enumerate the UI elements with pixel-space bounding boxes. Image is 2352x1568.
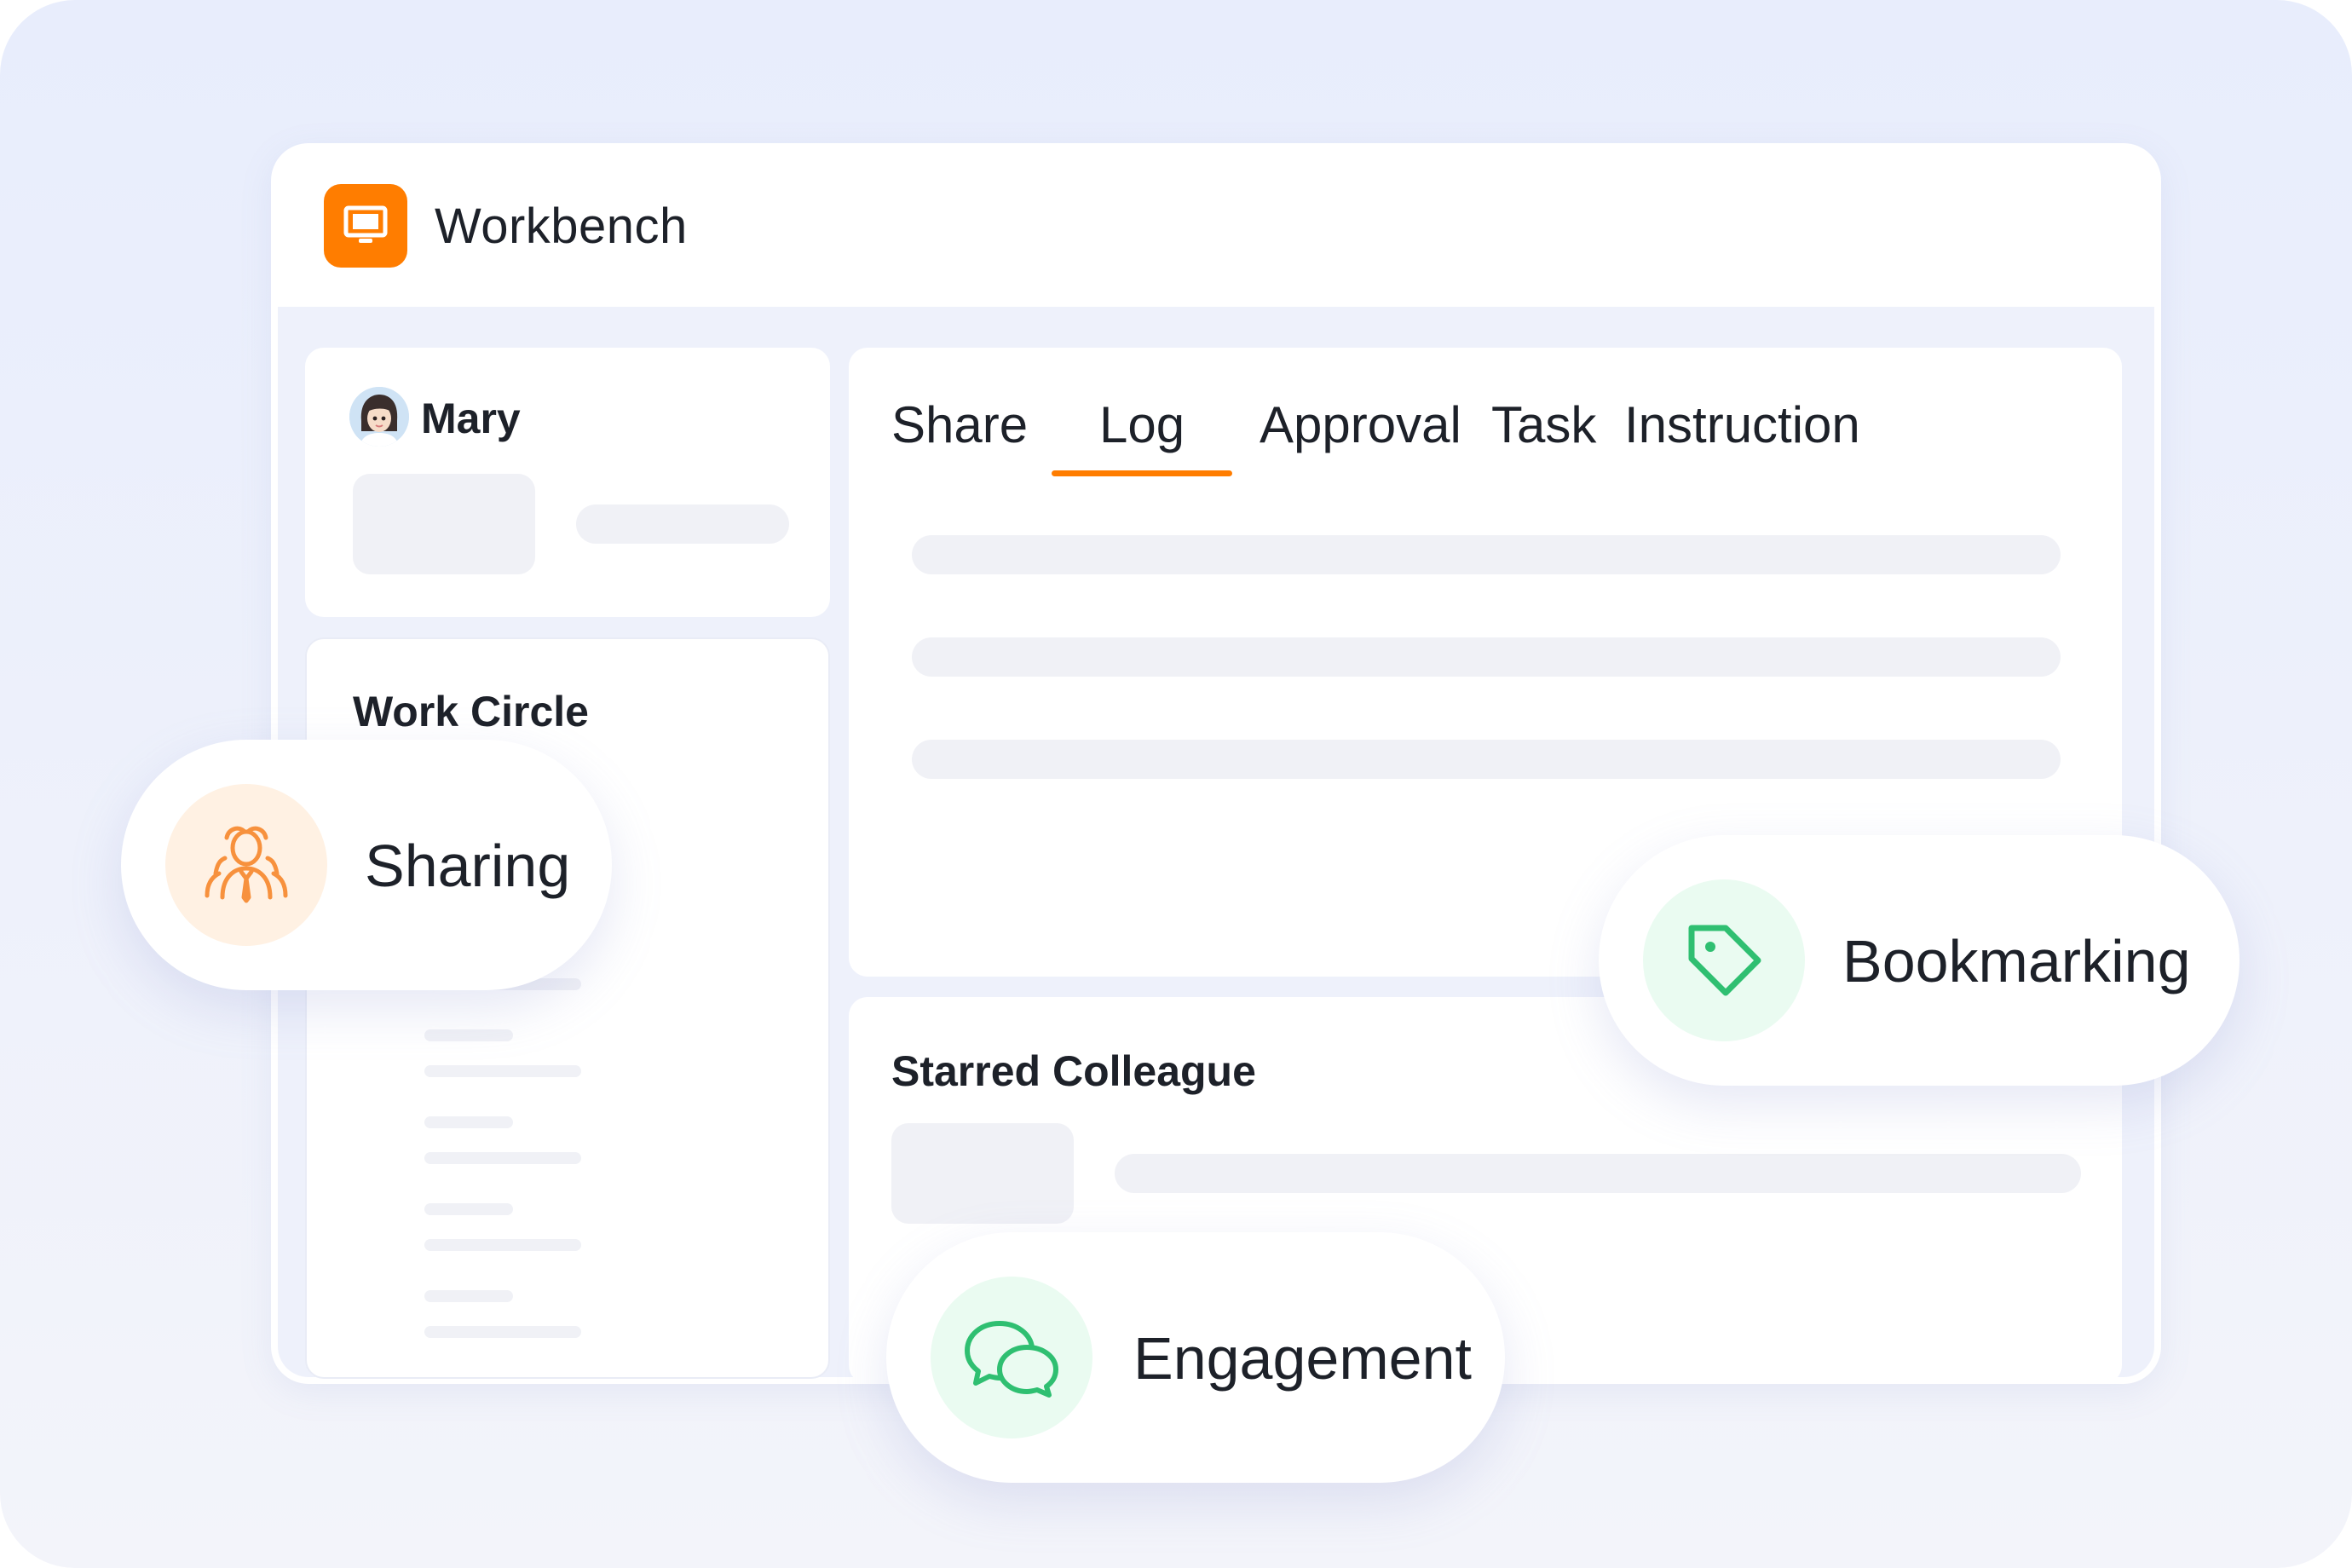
colleague-image-placeholder <box>891 1123 1074 1224</box>
content-line-placeholder <box>912 637 2061 677</box>
content-line-placeholder <box>912 535 2061 574</box>
profile-image-placeholder <box>353 474 535 574</box>
title-bar: Workbench <box>271 143 2161 307</box>
tab-approval[interactable]: Approval <box>1260 395 1461 454</box>
list-item-placeholder <box>424 1326 581 1338</box>
tab-log[interactable]: Log <box>1099 395 1185 454</box>
work-circle-title: Work Circle <box>353 688 589 735</box>
bookmarking-feature-pill[interactable]: Bookmarking <box>1599 835 2240 1086</box>
active-tab-indicator <box>1052 470 1232 476</box>
colleague-text-placeholder <box>1115 1154 2081 1193</box>
avatar[interactable] <box>349 387 409 447</box>
chat-bubbles-icon <box>931 1277 1092 1438</box>
engagement-feature-pill[interactable]: Engagement <box>886 1232 1505 1483</box>
list-item-placeholder <box>424 1239 581 1251</box>
list-item-placeholder <box>424 1065 581 1077</box>
list-item-placeholder <box>424 1116 513 1128</box>
list-item-placeholder <box>424 1290 513 1302</box>
sharing-label: Sharing <box>365 833 571 899</box>
monitor-icon <box>324 184 407 268</box>
bookmarking-label: Bookmarking <box>1842 928 2191 994</box>
content-line-placeholder <box>912 740 2061 779</box>
tag-icon <box>1643 879 1805 1041</box>
sharing-feature-pill[interactable]: Sharing <box>121 740 612 990</box>
user-name: Mary <box>421 395 521 442</box>
list-item-placeholder <box>424 1203 513 1215</box>
tab-instruction[interactable]: Instruction <box>1624 395 1860 454</box>
list-item-placeholder <box>424 1029 513 1041</box>
engagement-label: Engagement <box>1133 1325 1472 1392</box>
app-title: Workbench <box>435 199 688 254</box>
starred-colleague-title: Starred Colleague <box>891 1047 1256 1095</box>
people-icon <box>165 784 327 946</box>
tab-task[interactable]: Task <box>1491 395 1596 454</box>
tab-share[interactable]: Share <box>891 395 1028 454</box>
profile-text-placeholder <box>576 504 789 544</box>
list-item-placeholder <box>424 1152 581 1164</box>
